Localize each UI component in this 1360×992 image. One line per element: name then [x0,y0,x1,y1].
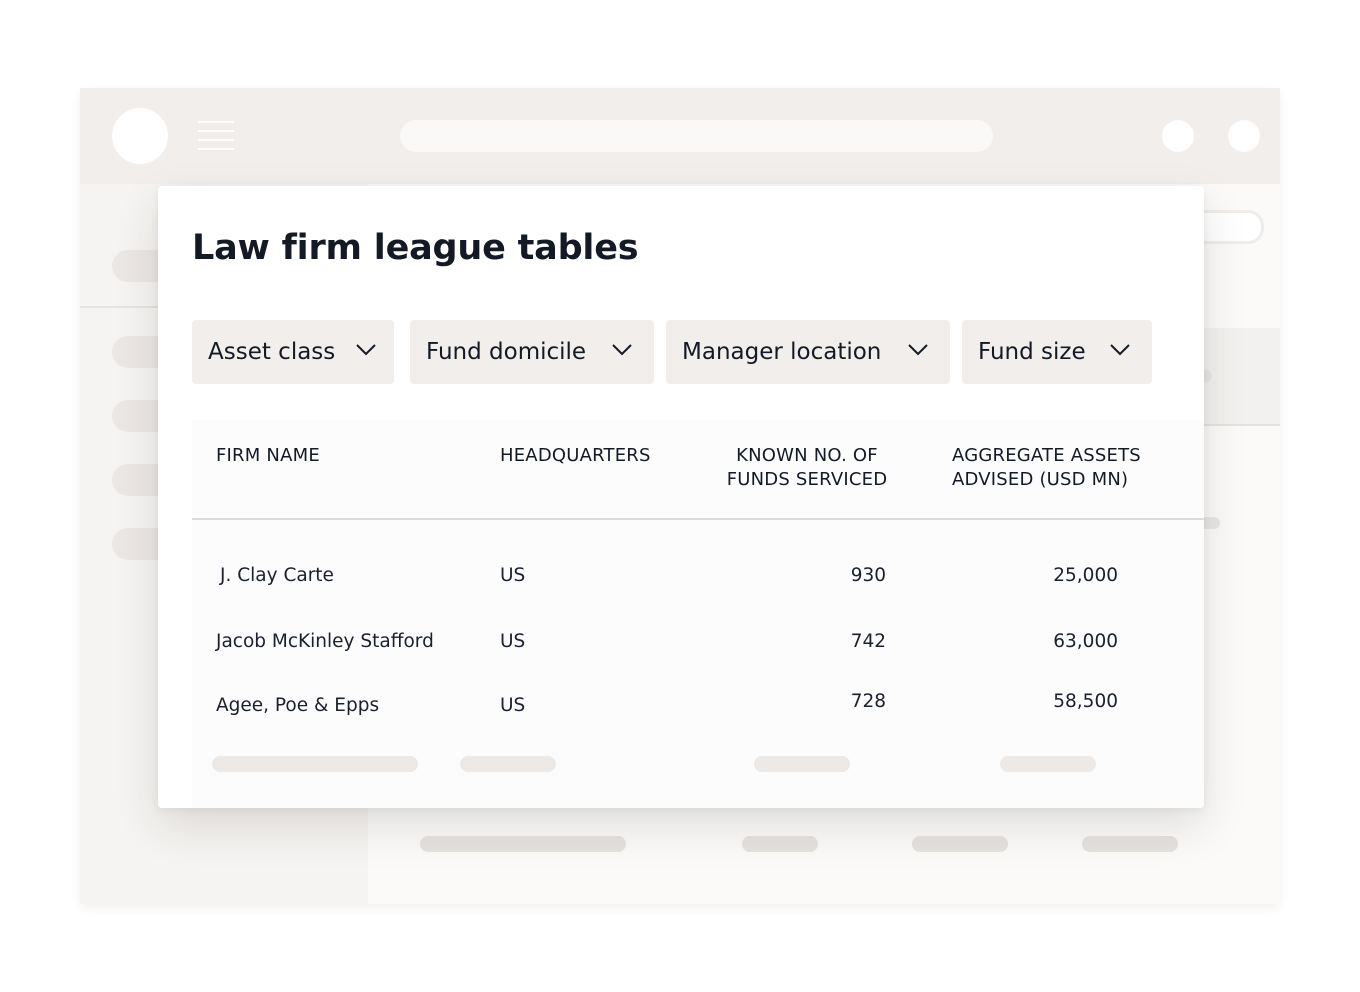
column-header-known-funds[interactable]: KNOWN NO. OF FUNDS SERVICED [724,444,890,492]
background-panel [1200,328,1280,426]
avatar[interactable] [112,108,168,164]
address-bar[interactable] [400,120,993,152]
chevron-down-icon [356,344,376,356]
column-header-firm-name[interactable]: FIRM NAME [216,444,320,468]
column-header-aggregate-assets[interactable]: AGGREGATE ASSETS ADVISED (USD MN) [952,444,1141,492]
placeholder-row-cell [754,756,850,772]
toolbar-button-1[interactable] [1162,120,1194,152]
filter-manager-location[interactable]: Manager location [666,320,950,384]
placeholder-row-cell [212,756,418,772]
toolbar-button-2[interactable] [1228,120,1260,152]
table-header: FIRM NAME HEADQUARTERS KNOWN NO. OF FUND… [192,420,1204,520]
cell-headquarters: US [500,695,526,716]
cell-aggregate-assets: 58,500 [1053,691,1118,712]
cell-aggregate-assets: 63,000 [1053,631,1118,652]
filter-label: Manager location [682,339,882,365]
cell-firm-name[interactable]: J. Clay Carte [220,564,334,588]
background-placeholder-line [742,836,818,852]
cell-headquarters: US [500,565,526,586]
column-header-line: FUNDS SERVICED [726,469,888,490]
chevron-down-icon [612,344,632,356]
column-header-line: KNOWN NO. OF [736,445,878,466]
filter-asset-class[interactable]: Asset class [192,320,394,384]
background-placeholder-line [1082,836,1178,852]
hamburger-menu-icon[interactable] [198,121,234,151]
cell-firm-name[interactable]: Agee, Poe & Epps [216,694,379,718]
background-placeholder-line [420,836,626,852]
cell-known-funds: 728 [850,691,886,712]
column-header-line: HEADQUARTERS [500,445,651,466]
placeholder-row-cell [460,756,556,772]
column-header-line: ADVISED (USD MN) [952,469,1129,490]
column-header-line: FIRM NAME [216,445,320,466]
filter-fund-size[interactable]: Fund size [962,320,1152,384]
browser-top-bar [80,88,1280,184]
page-title: Law firm league tables [192,228,639,268]
placeholder-row-cell [1000,756,1096,772]
background-placeholder-line [912,836,1008,852]
filter-label: Fund domicile [426,339,587,365]
column-header-line: AGGREGATE ASSETS [952,445,1141,466]
cell-aggregate-assets: 25,000 [1053,565,1118,586]
chevron-down-icon [1110,344,1130,356]
cell-firm-name[interactable]: Jacob McKinley Stafford [216,630,434,654]
cell-known-funds: 742 [850,631,886,652]
column-header-headquarters[interactable]: HEADQUARTERS [500,444,651,468]
cell-known-funds: 930 [850,565,886,586]
chevron-down-icon [908,344,928,356]
cell-headquarters: US [500,631,526,652]
league-table: FIRM NAME HEADQUARTERS KNOWN NO. OF FUND… [192,420,1204,808]
filter-label: Asset class [208,339,336,365]
filter-label: Fund size [978,339,1086,365]
filter-fund-domicile[interactable]: Fund domicile [410,320,654,384]
league-tables-card: Law firm league tables Asset class Fund … [158,186,1204,808]
